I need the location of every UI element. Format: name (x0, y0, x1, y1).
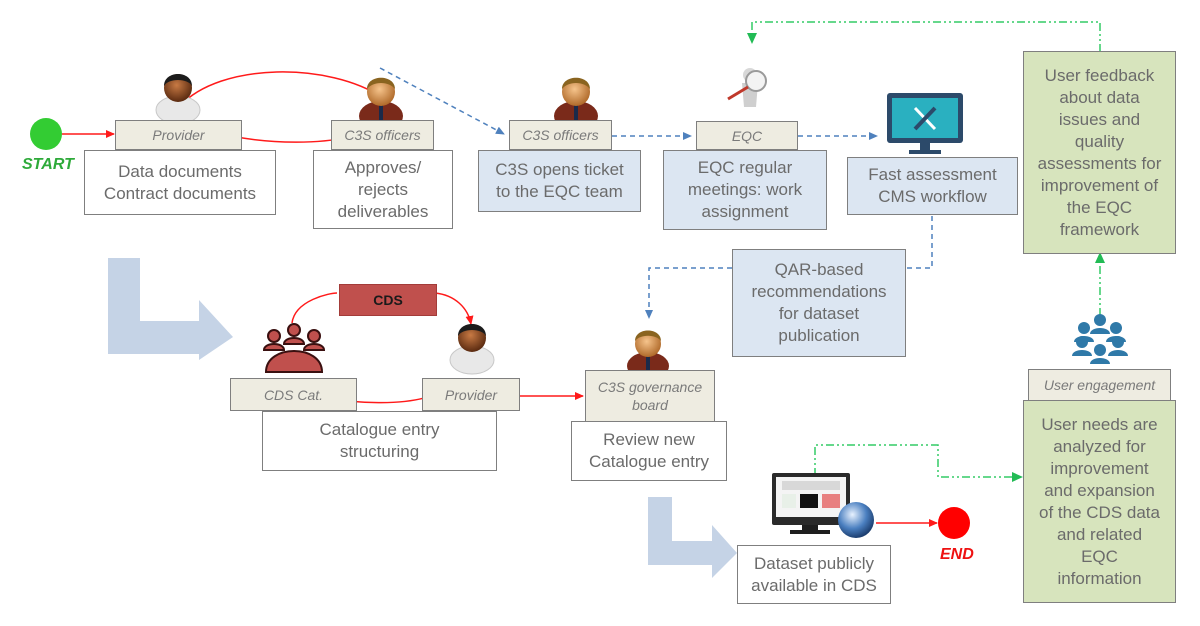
person-provider-icon (449, 324, 495, 375)
role-label-c3s-officers: C3S officers (331, 120, 434, 150)
cds-tag: CDS (339, 284, 437, 316)
flow-feedback-to-eqc (747, 21, 1101, 52)
role-label-c3s-officers-2: C3S officers (509, 120, 612, 150)
role-label-provider-2: Provider (422, 378, 520, 411)
approves-rejects-box: Approves/ rejects deliverables (313, 150, 453, 229)
user-group-icon (1072, 314, 1128, 364)
role-label-governance-board: C3S governance board (585, 370, 715, 422)
user-needs-box: User needs are analyzed for improvement … (1023, 400, 1176, 603)
start-label: START (22, 156, 74, 173)
end-label: END (940, 546, 974, 563)
big-flow-arrow-2 (648, 497, 737, 578)
start-terminal (30, 118, 62, 150)
eqc-meetings-box: EQC regular meetings: work assignment (663, 150, 827, 230)
review-catalogue-box: Review new Catalogue entry (571, 421, 727, 481)
monitor-globe-icon (772, 473, 874, 538)
workflow-canvas (30, 21, 1128, 578)
open-ticket-box: C3S opens ticket to the EQC team (478, 150, 641, 212)
role-label-cds-cat: CDS Cat. (230, 378, 357, 411)
user-feedback-box: User feedback about data issues and qual… (1023, 51, 1176, 254)
big-flow-arrow-1 (108, 258, 233, 360)
qar-recommendations-box: QAR-based recommendations for dataset pu… (732, 249, 906, 357)
monitor-tools-icon (887, 93, 963, 154)
person-provider-icon (155, 74, 201, 125)
catalogue-structuring-box: Catalogue entry structuring (262, 411, 497, 471)
dataset-available-box: Dataset publicly available in CDS (737, 545, 891, 604)
meeting-group-icon (262, 323, 326, 373)
flow-provider-to-officers (179, 71, 384, 107)
flow-dataset-to-user-needs (814, 444, 1023, 482)
data-documents-box: Data documents Contract documents (84, 150, 276, 215)
end-terminal (938, 507, 970, 539)
role-label-provider: Provider (115, 120, 242, 150)
role-label-user-engagement: User engagement (1028, 369, 1171, 401)
role-label-eqc: EQC (696, 121, 798, 150)
flow-fast-to-qar (906, 216, 933, 269)
flow-qar-to-governance (645, 267, 732, 319)
magnifier-figure-icon (727, 68, 767, 107)
fast-assessment-box: Fast assessment CMS workflow (847, 157, 1018, 215)
